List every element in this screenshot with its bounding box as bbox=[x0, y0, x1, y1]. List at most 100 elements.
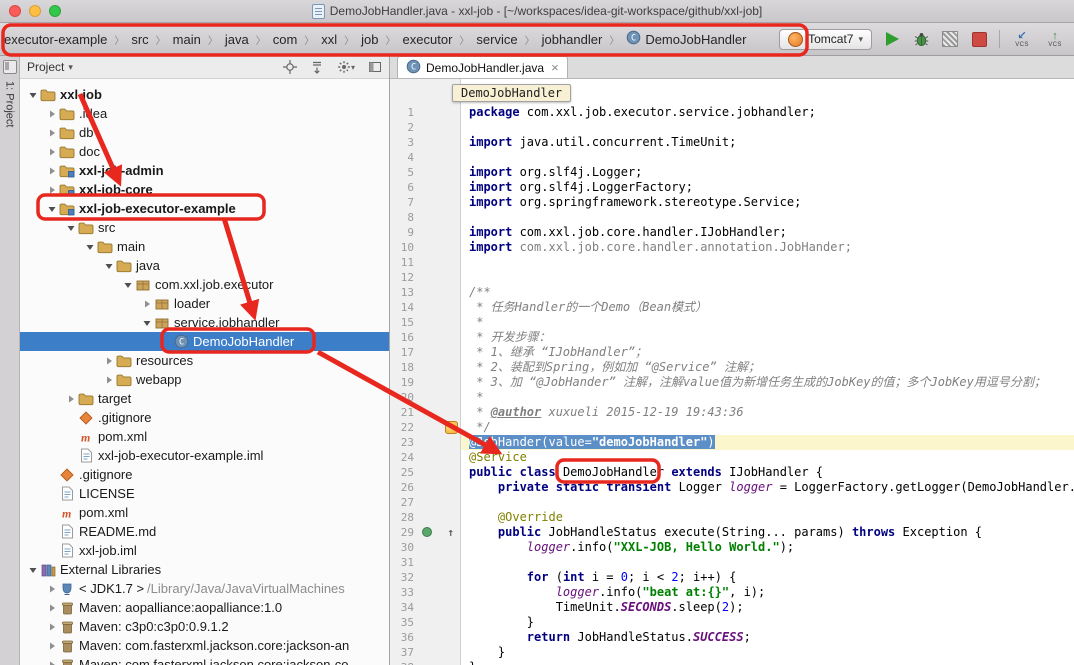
tree-item[interactable]: xxl-job.iml bbox=[20, 541, 389, 560]
minimize-window-button[interactable] bbox=[29, 5, 41, 17]
chevron-down-icon[interactable]: ▾ bbox=[68, 62, 73, 73]
code-line[interactable]: 37 } bbox=[390, 645, 1074, 660]
code-line[interactable]: 30 logger.info("XXL-JOB, Hello World."); bbox=[390, 540, 1074, 555]
tree-item[interactable]: .gitignore bbox=[20, 465, 389, 484]
line-number[interactable]: 10 bbox=[390, 240, 416, 255]
tree-item[interactable]: com.xxl.job.executor bbox=[20, 275, 389, 294]
code-line[interactable]: 14 * 任务Handler的一个Demo（Bean模式） bbox=[390, 300, 1074, 315]
code-line[interactable]: 35 } bbox=[390, 615, 1074, 630]
code-line[interactable]: 36 return JobHandleStatus.SUCCESS; bbox=[390, 630, 1074, 645]
line-number[interactable]: 20 bbox=[390, 390, 416, 405]
code-line[interactable]: 17 * 1、继承 “IJobHandler”； bbox=[390, 345, 1074, 360]
tree-item[interactable]: src bbox=[20, 218, 389, 237]
collapse-arrow-icon[interactable] bbox=[45, 603, 58, 613]
tree-item[interactable]: .idea bbox=[20, 104, 389, 123]
code-line[interactable]: 26 private static transient Logger logge… bbox=[390, 480, 1074, 495]
settings-button[interactable]: ▾ bbox=[337, 60, 355, 74]
tree-item[interactable]: LICENSE bbox=[20, 484, 389, 503]
tree-item[interactable]: External Libraries bbox=[20, 560, 389, 579]
line-number[interactable]: 17 bbox=[390, 345, 416, 360]
line-number[interactable]: 18 bbox=[390, 360, 416, 375]
code-line[interactable]: 31 bbox=[390, 555, 1074, 570]
hide-panel-button[interactable] bbox=[368, 60, 382, 74]
tree-item[interactable]: db bbox=[20, 123, 389, 142]
code-line[interactable]: 5import org.slf4j.Logger; bbox=[390, 165, 1074, 180]
breadcrumb-item[interactable]: job bbox=[359, 31, 380, 48]
line-number[interactable]: 9 bbox=[390, 225, 416, 240]
expand-arrow-icon[interactable] bbox=[26, 90, 39, 100]
run-button[interactable] bbox=[883, 30, 901, 48]
breadcrumb-item[interactable]: main bbox=[171, 31, 203, 48]
line-number[interactable]: 27 bbox=[390, 495, 416, 510]
line-number[interactable]: 15 bbox=[390, 315, 416, 330]
code-line[interactable]: 32 for (int i = 0; i < 2; i++) { bbox=[390, 570, 1074, 585]
breadcrumb-item[interactable]: CDemoJobHandler bbox=[624, 29, 748, 49]
tree-item[interactable]: Maven: aopalliance:aopalliance:1.0 bbox=[20, 598, 389, 617]
line-number[interactable]: 16 bbox=[390, 330, 416, 345]
line-number[interactable]: 22 bbox=[390, 420, 416, 435]
line-number[interactable]: 13 bbox=[390, 285, 416, 300]
override-marker-icon[interactable]: ↑ bbox=[447, 525, 454, 540]
line-number[interactable]: 34 bbox=[390, 600, 416, 615]
collapse-arrow-icon[interactable] bbox=[45, 166, 58, 176]
code-line[interactable]: 4 bbox=[390, 150, 1074, 165]
vcs-update-button[interactable]: ↙ VCS bbox=[1011, 27, 1033, 51]
tree-item[interactable]: .gitignore bbox=[20, 408, 389, 427]
breadcrumb-item[interactable]: src bbox=[129, 31, 150, 48]
line-number[interactable]: 1 bbox=[390, 105, 416, 120]
tree-item[interactable]: java bbox=[20, 256, 389, 275]
zoom-window-button[interactable] bbox=[49, 5, 61, 17]
breadcrumb-item[interactable]: jobhandler bbox=[540, 31, 605, 48]
code-line[interactable]: 25public class DemoJobHandler extends IJ… bbox=[390, 465, 1074, 480]
line-number[interactable]: 5 bbox=[390, 165, 416, 180]
tree-item[interactable]: xxl-job-executor-example.iml bbox=[20, 446, 389, 465]
line-number[interactable]: 11 bbox=[390, 255, 416, 270]
collapse-all-button[interactable] bbox=[310, 60, 324, 74]
code-line[interactable]: 28 @Override bbox=[390, 510, 1074, 525]
line-number[interactable]: 23 bbox=[390, 435, 416, 450]
code-line[interactable]: 27 bbox=[390, 495, 1074, 510]
code-line[interactable]: 2 bbox=[390, 120, 1074, 135]
expand-arrow-icon[interactable] bbox=[64, 223, 77, 233]
line-number[interactable]: 33 bbox=[390, 585, 416, 600]
collapse-arrow-icon[interactable] bbox=[45, 109, 58, 119]
tree-item[interactable]: Maven: com.fasterxml.jackson.core:jackso… bbox=[20, 636, 389, 655]
code-line[interactable]: 18 * 2、装配到Spring，例如加 “@Service” 注解； bbox=[390, 360, 1074, 375]
expand-arrow-icon[interactable] bbox=[45, 204, 58, 214]
code-line[interactable]: 34 TimeUnit.SECONDS.sleep(2); bbox=[390, 600, 1074, 615]
line-number[interactable]: 8 bbox=[390, 210, 416, 225]
intention-bulb-icon[interactable] bbox=[445, 421, 458, 434]
breadcrumb-item[interactable]: xxl bbox=[319, 31, 339, 48]
line-number[interactable]: 7 bbox=[390, 195, 416, 210]
line-number[interactable]: 31 bbox=[390, 555, 416, 570]
line-number[interactable]: 25 bbox=[390, 465, 416, 480]
line-number[interactable]: 6 bbox=[390, 180, 416, 195]
vcs-commit-button[interactable]: ↑ VCS bbox=[1044, 27, 1066, 51]
tree-item[interactable]: xxl-job-admin bbox=[20, 161, 389, 180]
line-number[interactable]: 38 bbox=[390, 660, 416, 665]
project-tool-button[interactable]: 1: Project bbox=[4, 81, 16, 127]
code-line[interactable]: 20 * bbox=[390, 390, 1074, 405]
code-line[interactable]: 7import org.springframework.stereotype.S… bbox=[390, 195, 1074, 210]
tree-item[interactable]: xxl-job-core bbox=[20, 180, 389, 199]
code-line[interactable]: 12 bbox=[390, 270, 1074, 285]
run-marker-icon[interactable] bbox=[422, 527, 432, 537]
expand-arrow-icon[interactable] bbox=[121, 280, 134, 290]
line-number[interactable]: 26 bbox=[390, 480, 416, 495]
line-number[interactable]: 35 bbox=[390, 615, 416, 630]
code-line[interactable]: 11 bbox=[390, 255, 1074, 270]
tree-item[interactable]: target bbox=[20, 389, 389, 408]
tab-demojobhandler[interactable]: C DemoJobHandler.java × bbox=[397, 56, 568, 78]
line-number[interactable]: 37 bbox=[390, 645, 416, 660]
line-number[interactable]: 19 bbox=[390, 375, 416, 390]
line-number[interactable]: 29 bbox=[390, 525, 416, 540]
collapse-arrow-icon[interactable] bbox=[45, 128, 58, 138]
locate-button[interactable] bbox=[283, 60, 297, 74]
collapse-arrow-icon[interactable] bbox=[45, 185, 58, 195]
tree-item[interactable]: README.md bbox=[20, 522, 389, 541]
breadcrumb-item[interactable]: executor bbox=[401, 31, 455, 48]
collapse-arrow-icon[interactable] bbox=[102, 356, 115, 366]
collapse-arrow-icon[interactable] bbox=[45, 660, 58, 665]
tree-item[interactable]: mpom.xml bbox=[20, 427, 389, 446]
code-line[interactable]: 22 */ bbox=[390, 420, 1074, 435]
